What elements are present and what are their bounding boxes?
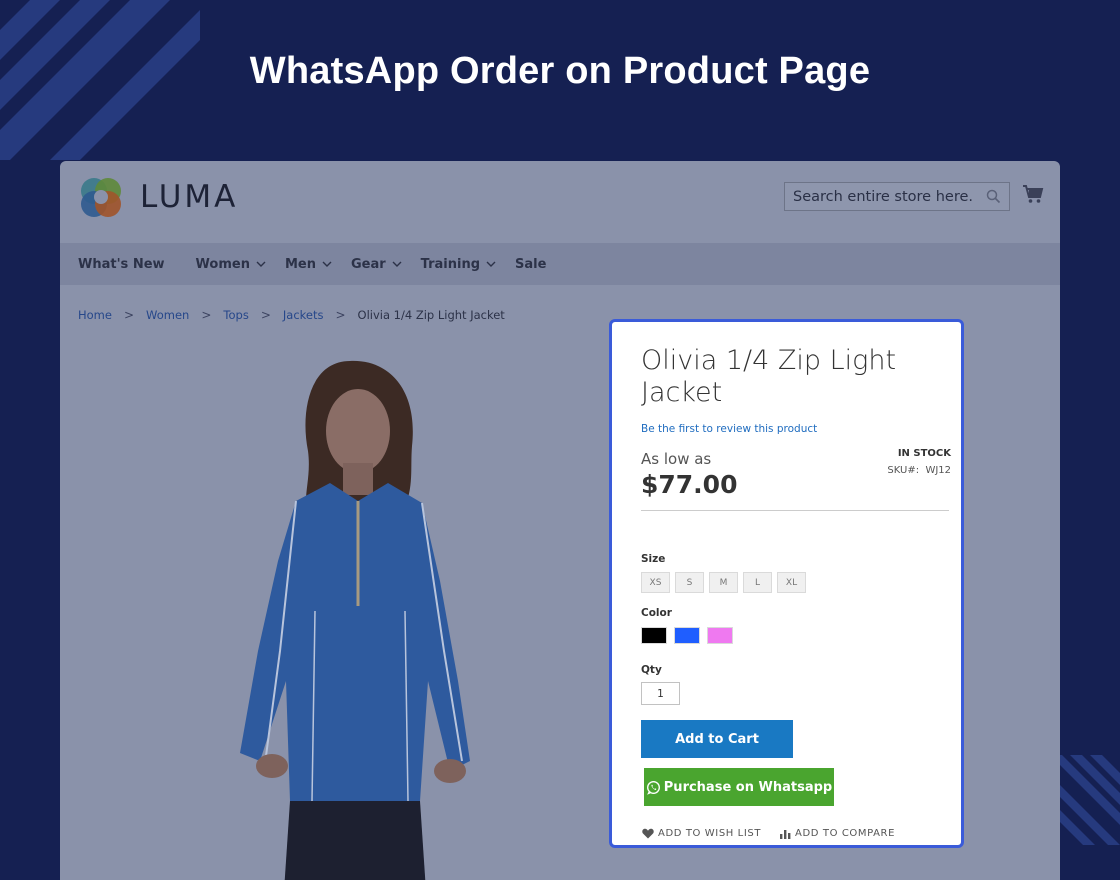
product-price: $77.00 <box>641 470 738 499</box>
breadcrumb-separator: > <box>260 308 271 322</box>
stock-status: IN STOCK <box>897 448 951 459</box>
compare-icon <box>780 829 791 839</box>
chevron-down-icon <box>486 261 496 267</box>
divider <box>641 510 949 511</box>
search-icon[interactable] <box>986 189 1001 204</box>
nav-label: Men <box>284 256 316 272</box>
qty-input[interactable] <box>641 682 680 705</box>
nav-item-sale[interactable]: Sale <box>515 257 546 272</box>
size-label: Size <box>641 553 666 565</box>
whatsapp-button-label: Purchase on Whatsapp <box>663 779 833 795</box>
color-swatch-pink[interactable] <box>707 627 733 644</box>
color-swatch-black[interactable] <box>641 627 667 644</box>
breadcrumb-current: Olivia 1/4 Zip Light Jacket <box>357 308 505 322</box>
compare-label: ADD TO COMPARE <box>795 828 896 839</box>
breadcrumb-link-women[interactable]: Women <box>146 308 189 322</box>
product-secondary-actions: ADD TO WISH LIST ADD TO COMPARE <box>642 828 913 839</box>
add-to-wishlist-link[interactable]: ADD TO WISH LIST <box>642 828 761 839</box>
add-to-compare-link[interactable]: ADD TO COMPARE <box>779 828 895 839</box>
nav-label: Women <box>195 256 250 272</box>
nav-label: What's New <box>78 256 165 272</box>
breadcrumb-separator: > <box>201 308 212 322</box>
review-link[interactable]: Be the first to review this product <box>641 423 817 435</box>
nav-item-whats-new[interactable]: What's New <box>78 257 165 272</box>
nav-item-training[interactable]: Training <box>421 257 496 272</box>
size-option-xs[interactable]: XS <box>641 572 670 593</box>
product-title: Olivia 1/4 Zip Light Jacket <box>641 345 897 408</box>
size-option-xl[interactable]: XL <box>777 572 806 593</box>
whatsapp-icon <box>646 780 660 795</box>
sku-value: WJ12 <box>925 465 951 476</box>
nav-item-gear[interactable]: Gear <box>351 257 402 272</box>
nav-label: Sale <box>515 256 547 272</box>
decorative-stripes <box>1050 755 1120 845</box>
purchase-on-whatsapp-button[interactable]: Purchase on Whatsapp <box>644 768 834 806</box>
breadcrumb-link-tops[interactable]: Tops <box>223 308 248 322</box>
search-box <box>784 182 1010 211</box>
luma-logo-icon <box>81 178 121 217</box>
nav-label: Gear <box>350 256 386 272</box>
search-input[interactable] <box>793 188 973 205</box>
breadcrumb-link-home[interactable]: Home <box>78 308 112 322</box>
logo-text: LUMA <box>140 179 239 215</box>
nav-label: Training <box>420 256 481 272</box>
size-option-s[interactable]: S <box>675 572 704 593</box>
main-nav: What's New Women Men Gear Training Sale <box>60 243 1060 285</box>
color-swatch-blue[interactable] <box>674 627 700 644</box>
breadcrumb-separator: > <box>123 308 135 322</box>
product-info-panel: Olivia 1/4 Zip Light Jacket Be the first… <box>609 319 964 848</box>
color-label: Color <box>641 607 672 619</box>
price-prefix: As low as <box>641 450 712 468</box>
wishlist-label: ADD TO WISH LIST <box>658 828 762 839</box>
nav-item-men[interactable]: Men <box>285 257 332 272</box>
size-options: XS S M L XL <box>641 572 811 593</box>
size-option-l[interactable]: L <box>743 572 772 593</box>
add-to-cart-button[interactable]: Add to Cart <box>641 720 793 758</box>
nav-item-women[interactable]: Women <box>196 257 266 272</box>
heart-icon <box>642 828 654 839</box>
size-option-m[interactable]: M <box>709 572 738 593</box>
breadcrumb-link-jackets[interactable]: Jackets <box>283 308 324 322</box>
breadcrumb: Home > Women > Tops > Jackets > Olivia 1… <box>78 308 505 322</box>
cart-icon[interactable] <box>1022 184 1044 204</box>
product-image <box>240 360 470 880</box>
qty-label: Qty <box>641 664 662 676</box>
breadcrumb-separator: > <box>335 308 346 322</box>
hero-title: WhatsApp Order on Product Page <box>249 50 871 92</box>
chevron-down-icon <box>322 261 332 267</box>
store-logo[interactable]: LUMA <box>78 174 238 220</box>
color-options <box>641 627 740 644</box>
store-header: LUMA <box>60 161 1060 243</box>
product-sku: SKU#: WJ12 <box>887 465 951 476</box>
sku-label: SKU#: <box>887 465 920 476</box>
chevron-down-icon <box>392 261 402 267</box>
chevron-down-icon <box>256 261 266 267</box>
